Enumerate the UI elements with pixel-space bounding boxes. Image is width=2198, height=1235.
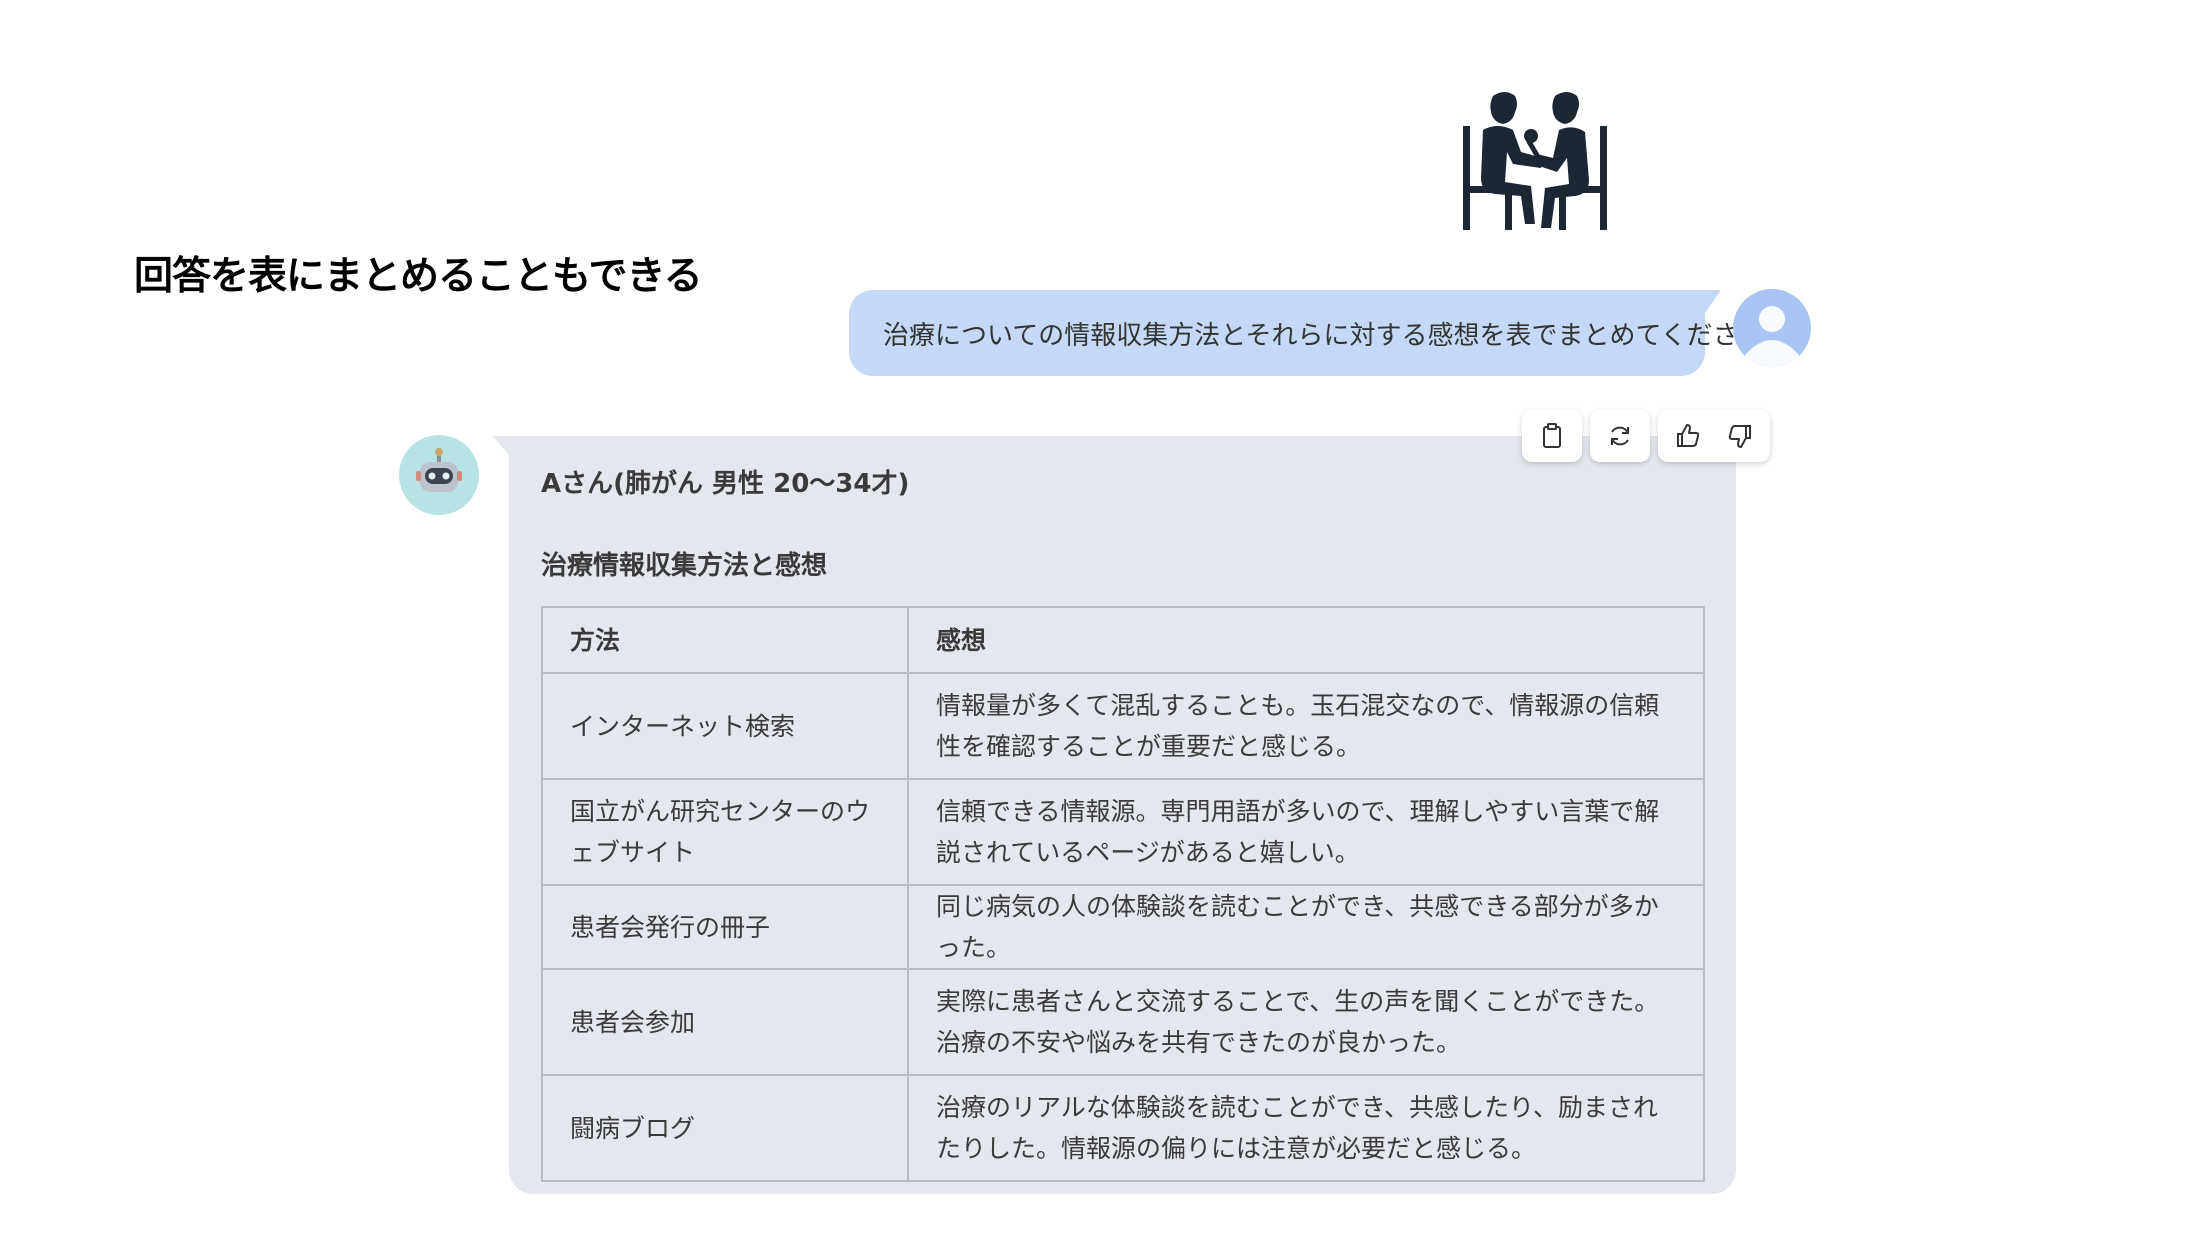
cell-impression: 情報量が多くて混乱することも。玉石混交なので、情報源の信頼性を確認することが重要… (907, 672, 1705, 780)
robot-icon (416, 448, 462, 492)
table-header-row: 方法 感想 (541, 606, 1705, 674)
slide-title: 回答を表にまとめることもできる (134, 254, 703, 299)
user-message-bubble: 治療についての情報収集方法とそれらに対する感想を表でまとめてください (849, 290, 1765, 376)
header-method: 方法 (541, 606, 909, 674)
regenerate-button[interactable] (1594, 410, 1646, 462)
user-avatar (1733, 289, 1811, 367)
table-row: 患者会発行の冊子 同じ病気の人の体験談を読むことができ、共感できる部分が多かった… (541, 884, 1705, 970)
table-row: インターネット検索 情報量が多くて混乱することも。玉石混交なので、情報源の信頼性… (541, 672, 1705, 780)
cell-method: 患者会発行の冊子 (541, 884, 909, 970)
cell-impression: 治療のリアルな体験談を読むことができ、共感したり、励まされたりした。情報源の偏り… (907, 1074, 1705, 1182)
thumbs-down-icon (1728, 425, 1751, 448)
interview-icon (1463, 92, 1607, 230)
cell-impression: 実際に患者さんと交流することで、生の声を聞くことができた。治療の不安や悩みを共有… (907, 968, 1705, 1076)
patient-label: Aさん(肺がん 男性 20〜34才) (541, 469, 910, 499)
cell-impression: 同じ病気の人の体験談を読むことができ、共感できる部分が多かった。 (907, 884, 1705, 970)
section-heading: 治療情報収集方法と感想 (541, 551, 828, 581)
cell-impression: 信頼できる情報源。専門用語が多いので、理解しやすい言葉で解説されているページがあ… (907, 778, 1705, 886)
cell-method: 闘病ブログ (541, 1074, 909, 1182)
table-row: 国立がん研究センターのウェブサイト 信頼できる情報源。専門用語が多いので、理解し… (541, 778, 1705, 886)
cell-method: 国立がん研究センターのウェブサイト (541, 778, 909, 886)
info-table: 方法 感想 インターネット検索 情報量が多くて混乱することも。玉石混交なので、情… (541, 606, 1705, 1182)
copy-action-group (1522, 410, 1582, 462)
message-actions (1522, 410, 1770, 462)
refresh-icon (1611, 426, 1629, 446)
cell-method: インターネット検索 (541, 672, 909, 780)
header-impression: 感想 (907, 606, 1705, 674)
copy-button[interactable] (1526, 410, 1578, 462)
thumbs-up-icon (1677, 424, 1700, 447)
thumbs-up-button[interactable] (1662, 410, 1714, 462)
feedback-action-group (1658, 410, 1770, 462)
bot-message-bubble: Aさん(肺がん 男性 20〜34才) 治療情報収集方法と感想 方法 感想 インタ… (493, 436, 1736, 1194)
thumbs-down-button[interactable] (1714, 410, 1766, 462)
table-row: 患者会参加 実際に患者さんと交流することで、生の声を聞くことができた。治療の不安… (541, 968, 1705, 1076)
bot-avatar (399, 435, 479, 515)
user-message-text: 治療についての情報収集方法とそれらに対する感想を表でまとめてください (883, 320, 1765, 351)
clipboard-icon (1543, 423, 1561, 448)
regenerate-action-group (1590, 410, 1650, 462)
table-row: 闘病ブログ 治療のリアルな体験談を読むことができ、共感したり、励まされたりした。… (541, 1074, 1705, 1182)
cell-method: 患者会参加 (541, 968, 909, 1076)
user-silhouette-icon (1745, 306, 1799, 367)
